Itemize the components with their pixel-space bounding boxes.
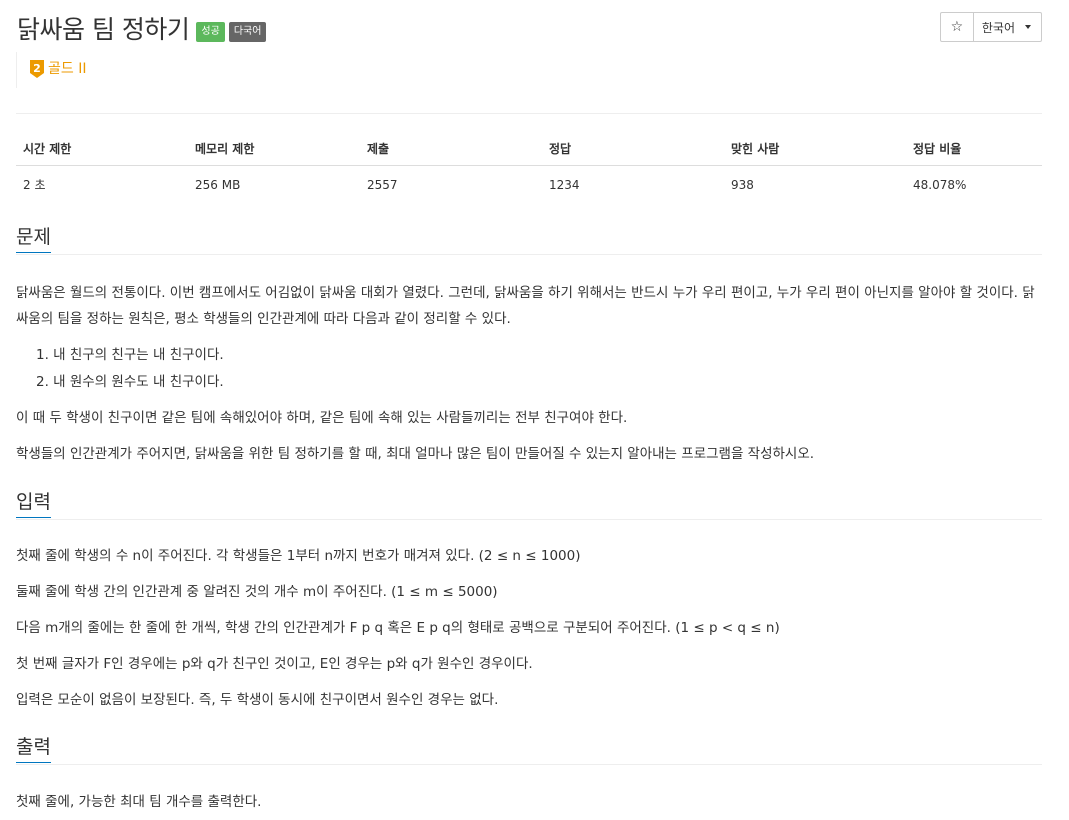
submissions-value: 2557 [367, 177, 398, 192]
problem-paragraph-3: 학생들의 인간관계가 주어지면, 닭싸움을 위한 팀 정하기를 할 때, 최대 … [16, 446, 815, 462]
header-time-limit: 시간 제한 [16, 130, 188, 166]
list-item: 2. 내 원수의 원수도 내 친구이다. [36, 374, 224, 390]
problem-rules-list: 1. 내 친구의 친구는 내 친구이다. 2. 내 원수의 원수도 내 친구이다… [36, 342, 224, 396]
tier-gold-icon: 2 [30, 60, 44, 78]
section-input-title: 입력 [16, 491, 51, 518]
star-button[interactable]: ☆ [939, 12, 974, 42]
solved-users-value: 938 [731, 177, 754, 192]
header-solved-users: 맞힌 사람 [724, 130, 906, 166]
caret-down-icon [1025, 25, 1031, 29]
input-line: 첫 번째 글자가 F인 경우에는 p와 q가 친구인 것이고, E인 경우는 p… [16, 656, 533, 672]
problem-paragraph-2: 이 때 두 학생이 친구이면 같은 팀에 속해있어야 하며, 같은 팀에 속해 … [16, 410, 628, 426]
header-memory-limit: 메모리 제한 [188, 130, 360, 166]
tier-block: 2 골드 II [16, 52, 86, 88]
problem-actions: ☆ 한국어 [939, 12, 1042, 42]
page-title: 닭싸움 팀 정하기 [17, 15, 190, 44]
success-badge: 성공 [196, 22, 225, 42]
star-icon: ☆ [950, 19, 964, 35]
multilang-badge[interactable]: 다국어 [228, 22, 267, 42]
header-submissions: 제출 [360, 130, 542, 166]
list-item: 1. 내 친구의 친구는 내 친구이다. [36, 347, 224, 363]
header-accepted: 정답 [542, 130, 724, 166]
table-header-row: 시간 제한 메모리 제한 제출 정답 맞힌 사람 정답 비율 [16, 130, 1042, 166]
section-problem-header: 문제 [16, 226, 1042, 255]
title-row: 닭싸움 팀 정하기 성공 다국어 [17, 10, 267, 46]
language-select-label: 한국어 [981, 20, 1015, 35]
input-line: 둘째 줄에 학생 간의 인간관계 중 알려진 것의 개수 m이 주어진다. (1… [16, 584, 498, 600]
section-output-header: 출력 [16, 736, 1042, 765]
section-input-header: 입력 [16, 491, 1042, 520]
memory-limit-value: 256 MB [195, 177, 241, 192]
input-line: 입력은 모순이 없음이 보장된다. 즉, 두 학생이 동시에 친구이면서 원수인… [16, 692, 499, 708]
section-problem-title: 문제 [16, 226, 51, 253]
header-divider [16, 113, 1042, 114]
input-line: 첫째 줄에 학생의 수 n이 주어진다. 각 학생들은 1부터 n까지 번호가 … [16, 548, 581, 564]
input-line: 다음 m개의 줄에는 한 줄에 한 개씩, 학생 간의 인간관계가 F p q … [16, 620, 780, 636]
problem-info-table: 시간 제한 메모리 제한 제출 정답 맞힌 사람 정답 비율 2 초 256 M… [16, 130, 1042, 201]
time-limit-value: 2 초 [23, 178, 46, 192]
tier-level-text: 2 [33, 62, 41, 75]
language-select[interactable]: 한국어 [973, 12, 1042, 42]
problem-paragraph-1: 닭싸움은 월드의 전통이다. 이번 캠프에서도 어김없이 닭싸움 대회가 열렸다… [16, 285, 1035, 327]
section-output-title: 출력 [16, 736, 51, 763]
accepted-value: 1234 [549, 177, 580, 192]
table-row: 2 초 256 MB 2557 1234 938 48.078% [16, 166, 1042, 202]
header-accept-ratio: 정답 비율 [906, 130, 1042, 166]
accept-ratio-value: 48.078% [913, 177, 967, 192]
output-line: 첫째 줄에, 가능한 최대 팀 개수를 출력한다. [16, 794, 262, 810]
tier-label[interactable]: 골드 II [48, 60, 86, 78]
